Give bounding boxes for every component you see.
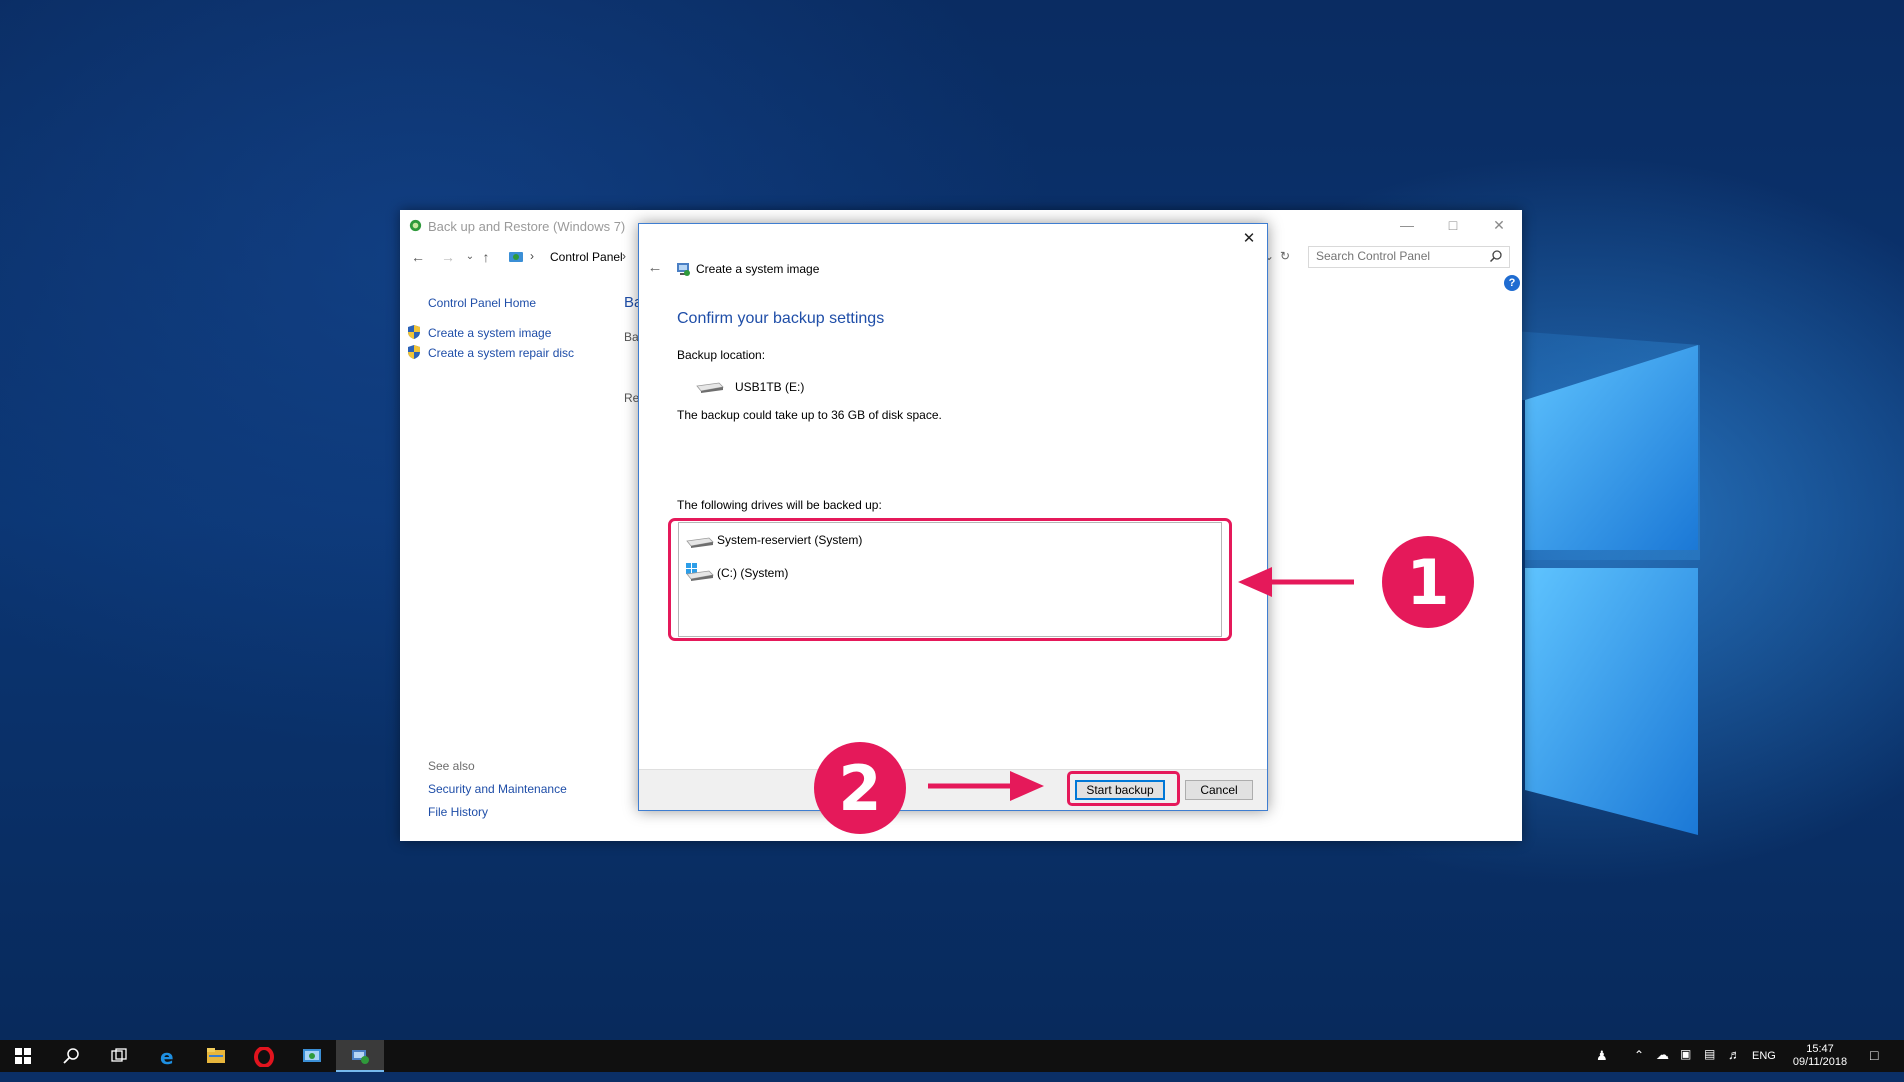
dialog-title: Create a system image [696,262,820,276]
opera-taskbar-button[interactable] [240,1040,288,1072]
start-button[interactable] [0,1040,48,1072]
usb-drive-icon [696,382,724,393]
see-also-heading: See also [428,759,475,773]
show-hidden-icons-chevron-icon[interactable]: ⌃ [1634,1048,1644,1080]
file-explorer-taskbar-button[interactable] [192,1040,240,1072]
task-view-button[interactable] [96,1040,144,1072]
file-history-link[interactable]: File History [428,805,488,819]
clock-date: 09/11/2018 [1792,1056,1848,1068]
clock[interactable]: 15:47 09/11/2018 [1784,1043,1856,1075]
security-maintenance-link[interactable]: Security and Maintenance [428,782,567,796]
control-panel-taskbar-button[interactable] [288,1040,336,1072]
create-system-image-dialog: ✕ ← Create a system image Confirm your b… [638,223,1268,811]
people-icon[interactable]: ♟ [1596,1048,1608,1080]
onedrive-cloud-icon[interactable]: ☁ [1656,1047,1669,1079]
main-text-peek: Ba [624,330,639,344]
control-panel-icon [303,1049,321,1062]
system-image-icon [677,263,690,276]
search-input[interactable] [1309,247,1481,265]
backup-app-taskbar-button[interactable] [336,1040,384,1072]
file-explorer-icon [207,1048,225,1063]
create-system-image-link[interactable]: Create a system image [428,326,551,340]
forward-arrow-icon[interactable]: → [438,247,458,267]
search-icon [63,1048,79,1064]
dialog-back-arrow-icon[interactable]: ← [645,258,665,278]
up-arrow-icon[interactable]: ↑ [476,247,496,267]
address-bar-controls: ⌄ ↻ [1264,246,1294,268]
control-panel-home-link[interactable]: Control Panel Home [428,296,536,310]
action-center-icon[interactable]: □ [1870,1047,1878,1079]
control-panel-icon [509,252,523,262]
search-icon [1489,250,1502,263]
annotation-arrow-right [928,771,1044,801]
close-button[interactable]: ✕ [1476,210,1522,240]
help-icon[interactable]: ? [1504,275,1520,291]
search-taskbar-button[interactable] [48,1040,96,1072]
taskbar: e ♟ ⌃ ☁ ▣ ▤ ♬ ENG 15:47 09/11/2018 □ [0,1040,1904,1072]
backup-location-label: Backup location: [677,348,766,362]
battery-icon[interactable]: ▣ [1680,1047,1691,1079]
backup-restore-icon [409,219,422,232]
step-2-badge: 2 [814,742,906,834]
refresh-icon[interactable]: ↻ [1280,249,1290,263]
maximize-button[interactable]: □ [1430,210,1476,240]
breadcrumb-chevron-icon: › [622,249,626,263]
start-backup-highlight-box [1067,771,1180,806]
edge-icon: e [160,1047,174,1067]
disk-space-note: The backup could take up to 36 GB of dis… [677,408,942,422]
input-language[interactable]: ENG [1752,1050,1776,1082]
svg-text:e: e [160,1047,174,1067]
shield-icon [408,325,420,339]
annotation-arrow-left [1238,567,1354,597]
task-view-icon [111,1048,127,1062]
opera-icon [254,1047,274,1067]
window-title: Back up and Restore (Windows 7) [428,219,626,234]
minimize-button[interactable]: — [1384,210,1430,240]
backup-location-value: USB1TB (E:) [735,380,805,394]
edge-taskbar-button[interactable]: e [144,1040,192,1072]
step-1-badge: 1 [1382,536,1474,628]
network-icon[interactable]: ▤ [1704,1047,1715,1079]
drives-highlight-box [668,518,1232,641]
search-box[interactable] [1308,246,1510,268]
drives-list-label: The following drives will be backed up: [677,498,882,512]
breadcrumb-control-panel[interactable]: Control Panel [550,250,623,264]
volume-icon[interactable]: ♬ [1728,1047,1741,1079]
shield-icon [408,345,420,359]
cancel-button[interactable]: Cancel [1185,780,1253,800]
clock-time: 15:47 [1806,1043,1834,1055]
breadcrumb-chevron-icon: › [530,249,534,263]
back-arrow-icon[interactable]: ← [408,247,428,267]
create-repair-disc-link[interactable]: Create a system repair disc [428,346,574,360]
dialog-heading: Confirm your backup settings [677,310,885,327]
start-icon [15,1048,31,1064]
dialog-close-icon[interactable]: ✕ [1237,228,1261,250]
backup-app-icon [352,1050,369,1064]
